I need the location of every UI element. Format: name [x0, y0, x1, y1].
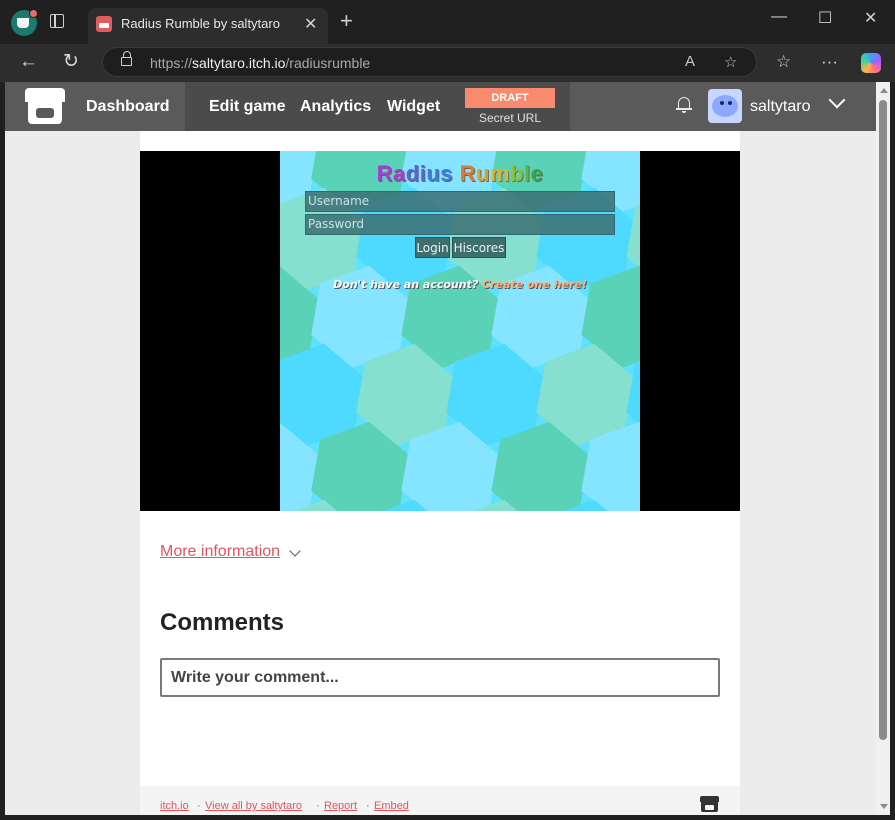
footer-itchio-link[interactable]: itch.io — [160, 800, 189, 812]
footer-embed-link[interactable]: Embed — [374, 800, 409, 812]
game-title-letter: s — [440, 161, 454, 186]
scroll-down-icon[interactable] — [880, 804, 888, 809]
tab-title: Radius Rumble by saltytaro — [121, 16, 280, 31]
new-tab-icon[interactable]: + — [340, 10, 353, 32]
user-avatar[interactable] — [708, 89, 742, 123]
game-login-button[interactable]: Login — [415, 237, 450, 258]
game-title-letter: u — [426, 161, 441, 186]
browser-toolbar: ← ↻ https://saltytaro.itch.io/radiusrumb… — [0, 44, 895, 82]
footer-separator: · — [316, 800, 320, 812]
more-information-link[interactable]: More information — [160, 543, 280, 561]
game-create-account-link[interactable]: Create one here! — [482, 278, 587, 291]
edit-game-link[interactable]: Edit game — [209, 98, 285, 116]
username-label[interactable]: saltytaro — [750, 98, 810, 116]
refresh-icon[interactable]: ↻ — [63, 50, 79, 74]
game-page-content: Radius Rumble Username Password Login Hi… — [140, 131, 740, 815]
game-title-letter: m — [490, 161, 511, 186]
game-username-input[interactable]: Username — [305, 191, 615, 212]
footer-report-link[interactable]: Report — [324, 800, 357, 812]
game-title: Radius Rumble — [280, 161, 640, 187]
footer-view-all-link[interactable]: View all by saltytaro — [205, 800, 302, 812]
browser-window: Radius Rumble by saltytaro ✕ + — ☐ ✕ ← ↻… — [0, 0, 895, 820]
page-viewport: Dashboard Edit game Analytics Widget DRA… — [5, 82, 890, 815]
analytics-link[interactable]: Analytics — [300, 98, 371, 116]
game-title-letter — [453, 161, 460, 186]
window-close-icon[interactable]: ✕ — [864, 8, 877, 28]
scroll-up-icon[interactable] — [880, 88, 888, 93]
comment-input[interactable]: Write your comment... — [160, 658, 720, 697]
favorite-star-icon[interactable]: ☆ — [724, 53, 737, 71]
game-title-letter: u — [476, 161, 490, 186]
comments-heading: Comments — [160, 609, 285, 636]
more-information-chevron-icon[interactable] — [289, 545, 301, 557]
itch-favicon-icon — [96, 16, 112, 32]
game-title-letter: d — [405, 161, 420, 186]
game-embed-frame: Radius Rumble Username Password Login Hi… — [140, 151, 740, 511]
notifications-bell-icon[interactable] — [676, 96, 692, 114]
tab-strip: Radius Rumble by saltytaro ✕ + — ☐ ✕ — [0, 0, 895, 44]
copilot-icon[interactable] — [861, 53, 881, 73]
profile-avatar-icon[interactable] — [11, 9, 38, 36]
footer-separator: · — [366, 800, 370, 812]
game-title-letter: R — [459, 161, 477, 186]
back-icon[interactable]: ← — [19, 50, 38, 74]
footer-itch-logo-icon[interactable] — [700, 796, 719, 812]
more-menu-icon[interactable]: ··· — [821, 52, 838, 72]
tab-close-icon[interactable]: ✕ — [304, 14, 317, 34]
game-title-letter: b — [510, 161, 525, 186]
tab-actions-icon[interactable] — [50, 14, 68, 30]
page-footer: itch.io · View all by saltytaro · Report… — [140, 786, 740, 815]
scroll-thumb[interactable] — [879, 100, 887, 740]
game-canvas[interactable]: Radius Rumble Username Password Login Hi… — [280, 151, 640, 511]
itch-header: Dashboard Edit game Analytics Widget DRA… — [5, 82, 876, 131]
secret-url-link[interactable]: Secret URL — [465, 111, 555, 125]
game-title-letter: R — [376, 161, 393, 186]
url-text: https://saltytaro.itch.io/radiusrumble — [150, 55, 371, 71]
favorites-icon[interactable]: ☆ — [776, 52, 791, 72]
footer-separator: · — [197, 800, 201, 812]
game-title-letter: l — [524, 161, 531, 186]
draft-badge: DRAFT — [465, 88, 555, 108]
user-menu-chevron-icon[interactable] — [828, 91, 846, 109]
lock-icon[interactable] — [121, 51, 132, 66]
browser-tab-active[interactable]: Radius Rumble by saltytaro ✕ — [88, 8, 328, 44]
game-password-input[interactable]: Password — [305, 214, 615, 235]
address-bar[interactable]: https://saltytaro.itch.io/radiusrumble A… — [102, 47, 757, 77]
page-scrollbar[interactable] — [876, 82, 890, 815]
game-title-letter: e — [530, 161, 544, 186]
maximize-icon[interactable]: ☐ — [818, 8, 832, 28]
read-aloud-icon[interactable]: A — [685, 53, 695, 70]
game-signup-prompt: Don't have an account? Create one here! — [333, 278, 587, 291]
itch-logo-icon[interactable] — [25, 88, 65, 125]
game-title-letter: a — [393, 161, 406, 186]
game-hiscores-button[interactable]: Hiscores — [452, 237, 506, 258]
widget-link[interactable]: Widget — [387, 98, 440, 116]
minimize-icon[interactable]: — — [771, 8, 787, 26]
dashboard-link[interactable]: Dashboard — [86, 98, 170, 116]
